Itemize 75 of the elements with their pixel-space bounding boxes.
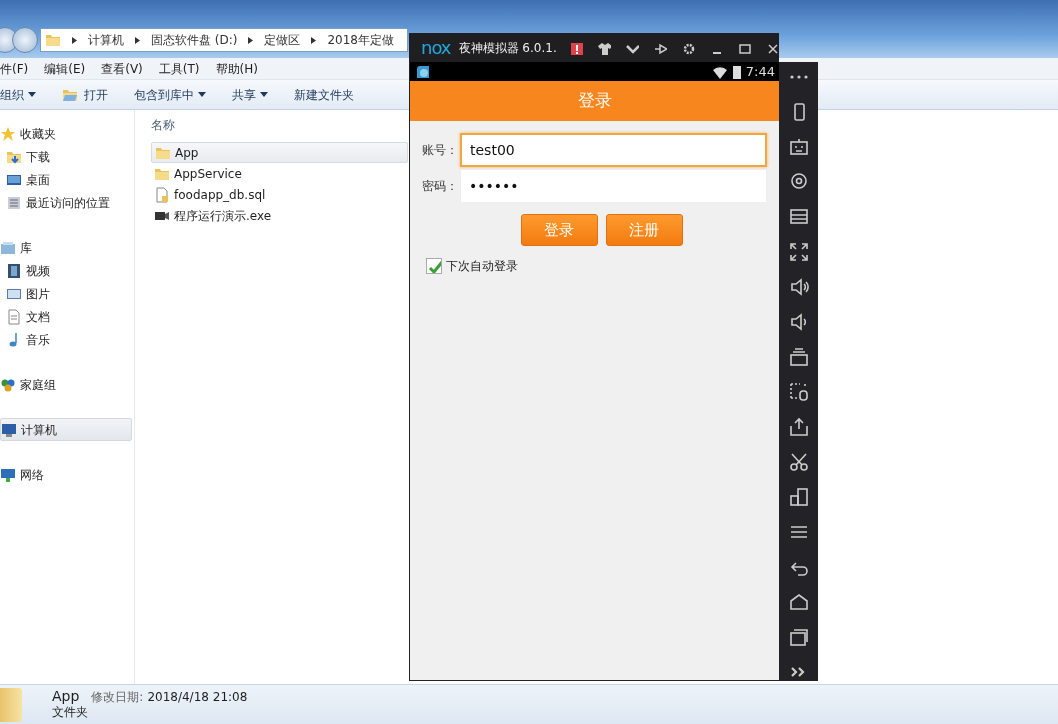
password-field[interactable]: •••••• <box>460 169 767 203</box>
network-icon <box>0 466 16 483</box>
nav-item[interactable]: 计算机 <box>0 418 132 441</box>
modified-label: 修改日期: <box>91 690 144 705</box>
folder-icon <box>0 688 22 722</box>
file-name: App <box>52 688 80 705</box>
nav-item[interactable]: 文档 <box>0 305 134 328</box>
nav-item[interactable]: 下载 <box>0 145 134 168</box>
field-label: 密码： <box>422 178 458 195</box>
checkbox[interactable] <box>426 258 442 274</box>
breadcrumb-item[interactable]: 定做区 <box>264 31 301 49</box>
chevron-icon <box>310 35 318 45</box>
folder-icon <box>45 32 61 48</box>
menu-item[interactable]: 查看(V) <box>101 59 143 78</box>
menu-item[interactable]: 编辑(E) <box>44 59 86 78</box>
address-bar[interactable]: 计算机 固态软件盘 (D:) 定做区 2018年定做 <box>40 28 408 52</box>
toolbar-button[interactable]: 新建文件夹 <box>294 85 354 104</box>
computer-icon <box>1 421 17 438</box>
file-row[interactable]: AppService <box>151 163 408 184</box>
file-row[interactable]: App <box>151 142 408 163</box>
nav-item[interactable]: 网络 <box>0 463 134 486</box>
nav-item[interactable]: 图片 <box>0 282 134 305</box>
library-icon <box>0 239 16 256</box>
window-title: 夜神模拟器 6.0.1. <box>458 39 557 57</box>
file-row[interactable]: foodapp_db.sql <box>151 184 408 205</box>
macro-icon[interactable] <box>787 381 810 403</box>
video-icon <box>6 262 22 279</box>
app-logo: nox <box>421 38 451 57</box>
status-time: 7:44 <box>745 62 775 81</box>
chevron-icon <box>134 35 141 45</box>
signal-icon <box>711 64 728 79</box>
file-icon <box>154 186 170 203</box>
app-icon <box>416 65 429 78</box>
alert-icon[interactable] <box>568 40 583 55</box>
windows-icon[interactable] <box>787 486 810 508</box>
battery-icon <box>730 64 743 79</box>
checkmark-icon <box>427 259 441 273</box>
nav-item[interactable]: 音乐 <box>0 328 134 351</box>
text-field[interactable]: test00 <box>460 133 767 167</box>
menu-item[interactable]: 件(F) <box>0 59 29 78</box>
screen-title: 登录 <box>410 81 779 121</box>
file-type: 文件夹 <box>52 704 89 720</box>
chevron-icon <box>247 35 255 45</box>
recent-icon <box>6 194 22 211</box>
nav-item[interactable]: 视频 <box>0 259 134 282</box>
recent-apps-icon[interactable] <box>787 626 810 648</box>
robot-icon[interactable] <box>787 136 810 158</box>
nav-item[interactable]: 收藏夹 <box>0 122 134 145</box>
fullscreen-icon[interactable] <box>787 241 810 263</box>
field-label: 账号： <box>422 142 458 159</box>
star-icon <box>0 125 16 142</box>
nav-item[interactable]: 家庭组 <box>0 373 134 396</box>
menu-item[interactable]: 帮助(H) <box>215 59 258 78</box>
breadcrumb-item[interactable]: 固态软件盘 (D:) <box>151 31 238 49</box>
layers-icon[interactable] <box>787 346 810 368</box>
breadcrumb-item[interactable]: 计算机 <box>88 31 124 49</box>
modified-date: 2018/4/18 21:08 <box>147 690 248 705</box>
nav-item[interactable]: 库 <box>0 236 134 259</box>
file-row[interactable]: 程序运行演示.exe <box>151 205 408 226</box>
forward-button[interactable] <box>12 27 38 53</box>
toolbar-button[interactable]: 组织 <box>0 85 36 104</box>
scissors-icon[interactable] <box>787 451 810 473</box>
document-icon <box>6 308 22 325</box>
chevron-icon <box>71 35 78 45</box>
apk-icon[interactable] <box>787 416 810 438</box>
breadcrumb-item[interactable]: 2018年定做 <box>327 31 394 49</box>
toolbar-button[interactable]: 包含到库中 <box>134 85 206 104</box>
checkbox-label[interactable]: 下次自动登录 <box>446 257 518 275</box>
nav-item[interactable]: 最近访问的位置 <box>0 191 134 214</box>
home-icon[interactable] <box>787 591 810 613</box>
shirt-icon[interactable] <box>596 40 611 55</box>
menu-item[interactable]: 工具(T) <box>158 59 200 78</box>
nav-item[interactable]: 桌面 <box>0 168 134 191</box>
toolbar-button[interactable]: 打开 <box>62 85 108 104</box>
toolbar-button[interactable]: 共享 <box>232 85 268 104</box>
